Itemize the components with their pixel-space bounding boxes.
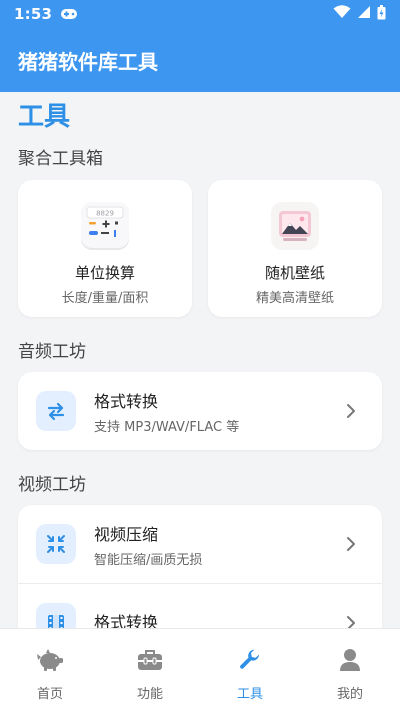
list-item-video-format-convert[interactable]: 格式转换 xyxy=(18,584,382,628)
list-item-audio-format-convert[interactable]: 格式转换 支持 MP3/WAV/FLAC 等 xyxy=(18,372,382,450)
tool-name: 随机壁纸 xyxy=(264,264,325,282)
wrench-icon xyxy=(235,645,265,675)
nav-label: 功能 xyxy=(136,687,163,702)
user-icon xyxy=(335,645,365,675)
content-scroll[interactable]: 工具 聚合工具箱 8829 单位换算 长度/重量/面积 随机壁纸 精美高清壁纸 … xyxy=(0,92,400,628)
list-item-title: 格式转换 xyxy=(94,391,159,411)
calculator-icon: 8829 xyxy=(79,200,131,252)
gamepad-icon xyxy=(60,8,78,20)
chevron-right-icon xyxy=(346,403,356,423)
tool-desc: 长度/重量/面积 xyxy=(61,291,149,306)
app-bar: 猪猪软件库工具 xyxy=(0,28,400,92)
audio-list-card: 格式转换 支持 MP3/WAV/FLAC 等 xyxy=(18,372,382,450)
tool-card-random-wallpaper[interactable]: 随机壁纸 精美高清壁纸 xyxy=(208,180,382,317)
compress-icon xyxy=(36,524,76,564)
list-item-desc: 支持 MP3/WAV/FLAC 等 xyxy=(94,419,240,435)
tool-name: 单位换算 xyxy=(74,264,135,282)
toolbox-icon xyxy=(135,645,165,675)
piggy-bank-icon xyxy=(35,645,65,675)
section-title-video: 视频工坊 xyxy=(18,475,86,495)
nav-label: 工具 xyxy=(236,687,263,702)
list-item-title: 格式转换 xyxy=(94,613,159,628)
swap-arrows-icon xyxy=(36,391,76,431)
page-title: 工具 xyxy=(18,102,71,132)
app-title: 猪猪软件库工具 xyxy=(18,49,158,74)
list-item-desc: 智能压缩/画质无损 xyxy=(94,552,203,568)
section-title-audio: 音频工坊 xyxy=(18,342,86,362)
bottom-nav: 首页 功能 工具 我的 xyxy=(0,628,400,711)
calculator-display-text: 8829 xyxy=(96,210,114,218)
wifi-icon xyxy=(333,5,351,23)
chevron-right-icon xyxy=(346,615,356,628)
tool-card-unit-converter[interactable]: 8829 单位换算 长度/重量/面积 xyxy=(18,180,192,317)
chevron-right-icon xyxy=(346,536,356,556)
video-list-card: 视频压缩 智能压缩/画质无损 格式转换 xyxy=(18,505,382,628)
nav-item-home[interactable]: 首页 xyxy=(0,629,100,711)
nav-item-features[interactable]: 功能 xyxy=(100,629,200,711)
nav-label: 首页 xyxy=(36,687,63,702)
tool-desc: 精美高清壁纸 xyxy=(255,291,334,306)
film-icon xyxy=(36,603,76,628)
status-bar: 1:53 xyxy=(0,0,400,28)
nav-item-tools[interactable]: 工具 xyxy=(200,629,300,711)
list-item-title: 视频压缩 xyxy=(94,524,159,544)
wallpaper-icon xyxy=(269,200,321,252)
signal-icon xyxy=(357,5,371,23)
nav-item-mine[interactable]: 我的 xyxy=(300,629,400,711)
list-item-video-compress[interactable]: 视频压缩 智能压缩/画质无损 xyxy=(18,505,382,583)
battery-icon xyxy=(377,4,386,24)
section-title-toolbox: 聚合工具箱 xyxy=(18,149,103,169)
status-time: 1:53 xyxy=(14,5,53,23)
nav-label: 我的 xyxy=(336,687,363,702)
